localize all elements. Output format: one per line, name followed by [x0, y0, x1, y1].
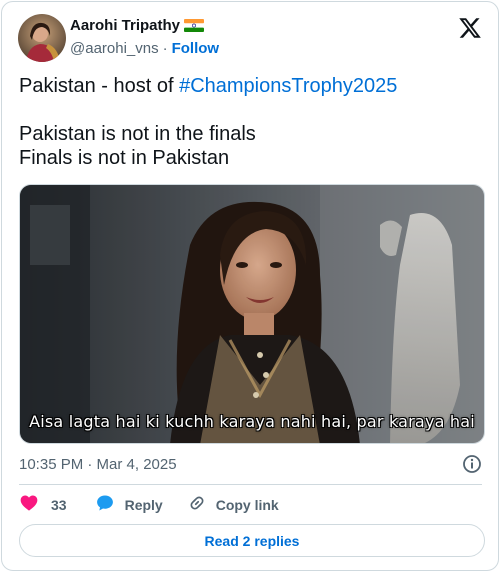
hashtag-link[interactable]: #ChampionsTrophy2025	[179, 75, 397, 97]
avatar[interactable]	[18, 14, 66, 62]
copy-link-label: Copy link	[215, 497, 279, 513]
heart-icon	[19, 493, 39, 518]
tweet-actions: 33 Reply Copy link	[19, 492, 279, 518]
meme-caption: Aisa lagta hai ki kuchh karaya nahi hai,…	[29, 412, 475, 431]
like-button[interactable]: 33	[19, 493, 67, 518]
follow-button[interactable]: Follow	[172, 40, 220, 57]
timestamp-link[interactable]: 10:35 PM · Mar 4, 2025	[19, 456, 177, 473]
speech-bubble-icon	[95, 493, 115, 518]
like-count: 33	[51, 497, 67, 513]
tweet-text: Pakistan - host of #ChampionsTrophy2025 …	[19, 74, 485, 170]
tweet-media-image[interactable]: Aisa lagta hai ki kuchh karaya nahi hai,…	[19, 184, 485, 444]
divider	[19, 484, 482, 485]
info-icon[interactable]	[462, 454, 482, 474]
x-logo-icon[interactable]	[458, 16, 482, 40]
tweet-line-2: Pakistan is not in the finals	[19, 123, 256, 145]
copy-link-button[interactable]: Copy link	[187, 493, 279, 518]
link-icon	[187, 493, 207, 518]
author-name[interactable]: Aarohi Tripathy	[70, 17, 180, 34]
tweet-meta: 10:35 PM · Mar 4, 2025	[19, 454, 482, 474]
read-replies-button[interactable]: Read 2 replies	[19, 524, 485, 557]
reply-button[interactable]: Reply	[95, 493, 163, 518]
india-flag-icon	[184, 19, 205, 32]
author-handle[interactable]: @aarohi_vns	[70, 40, 159, 57]
tweet-card: Aarohi Tripathy @aarohi_vns · Follow Pak…	[1, 1, 499, 571]
tweet-header: Aarohi Tripathy @aarohi_vns · Follow	[18, 14, 482, 64]
reply-label: Reply	[124, 497, 163, 513]
meme-image	[20, 185, 484, 443]
tweet-line-1: Pakistan - host of	[19, 75, 180, 97]
separator-dot: ·	[162, 40, 168, 57]
tweet-line-3: Finals is not in Pakistan	[19, 147, 230, 169]
